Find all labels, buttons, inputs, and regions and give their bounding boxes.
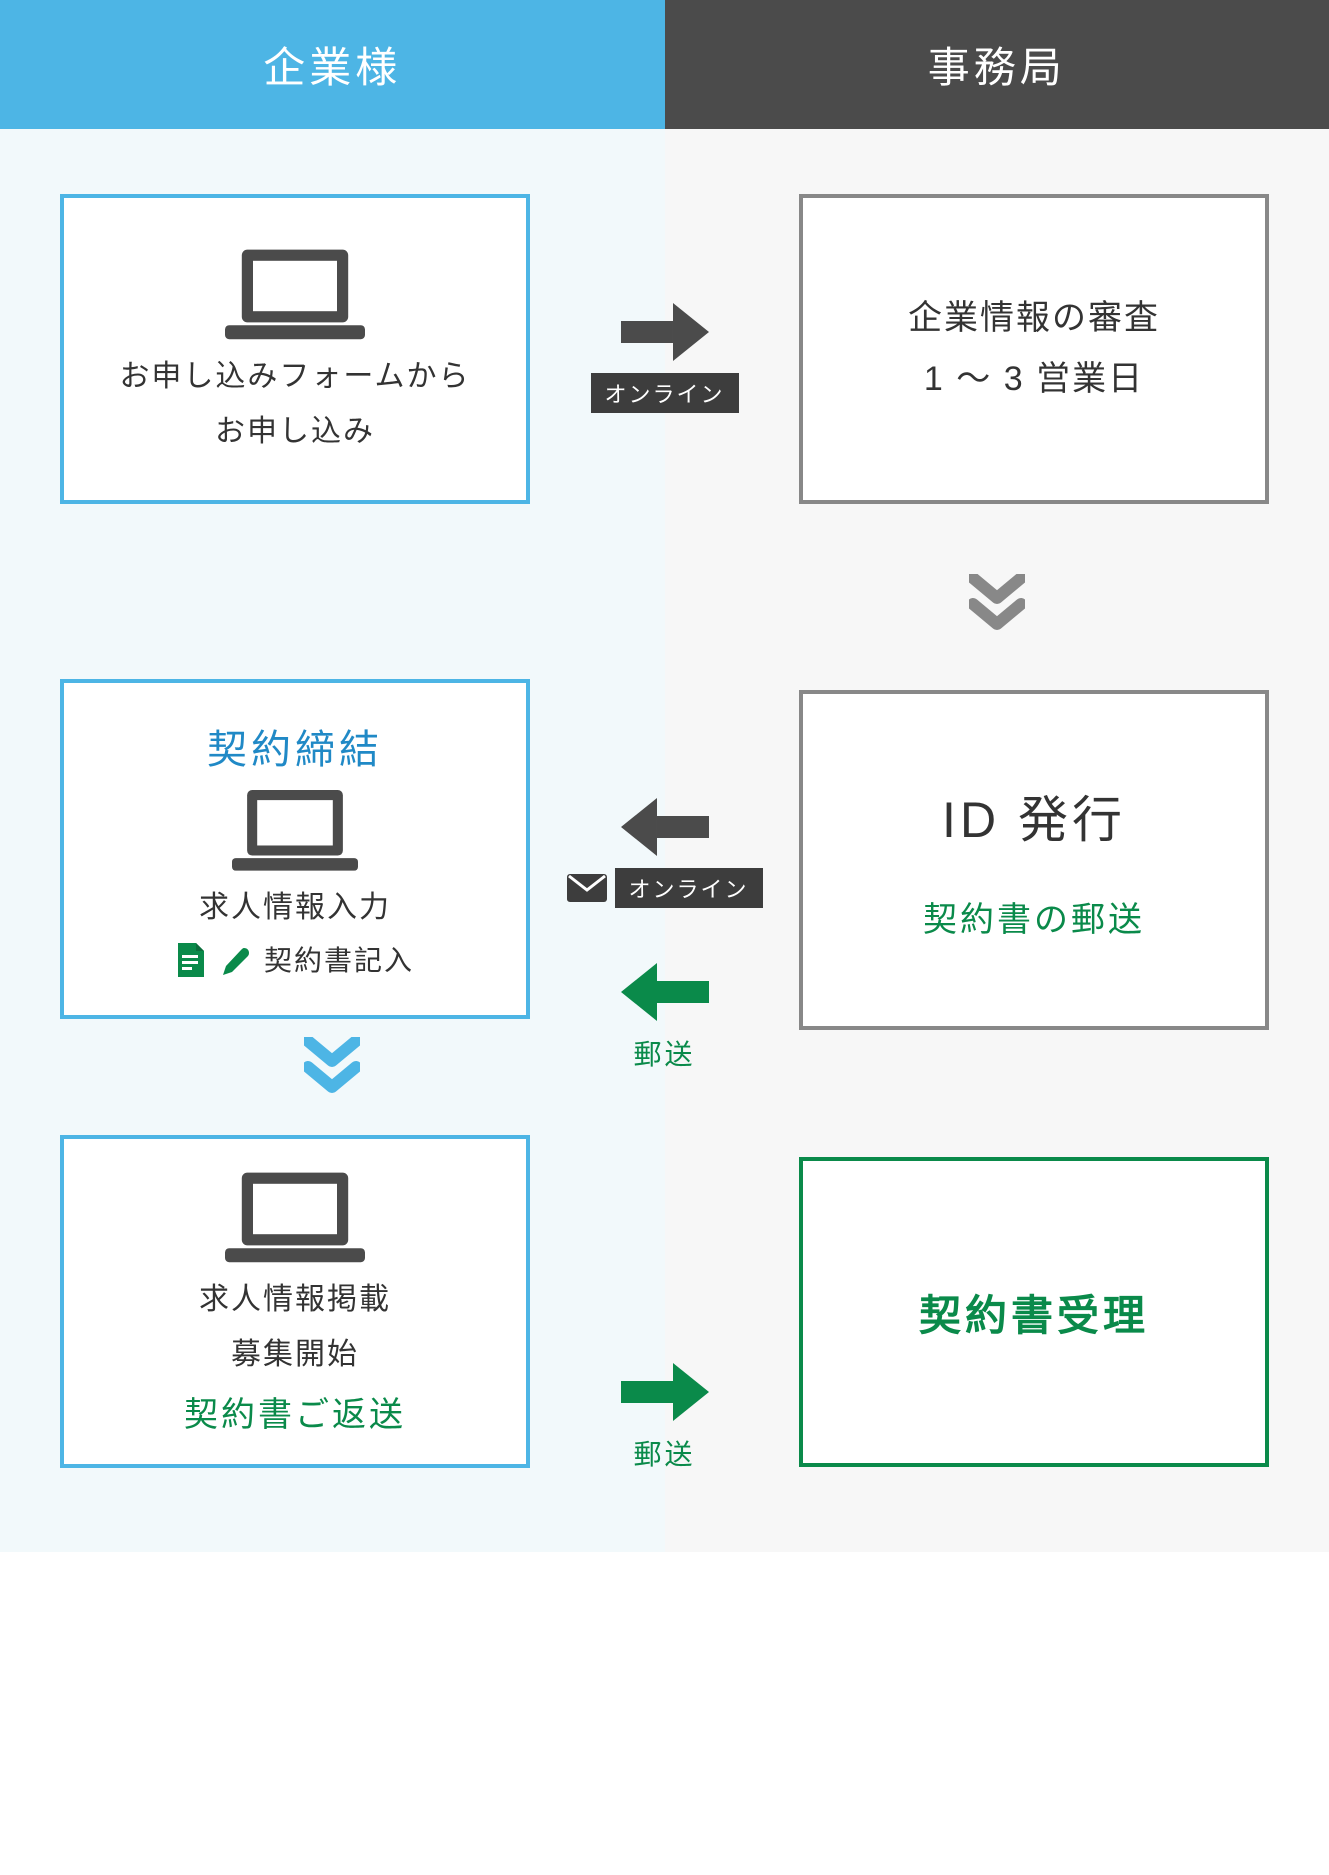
- label-mail: 郵送: [633, 1433, 695, 1473]
- company-step3-line1: 求人情報掲載: [199, 1277, 391, 1322]
- down-chevrons-left: [60, 1019, 605, 1131]
- company-step3-line2: 募集開始: [231, 1332, 359, 1377]
- chevrons-down-icon: [304, 1037, 360, 1093]
- company-step3-line3: 契約書ご返送: [184, 1387, 406, 1436]
- label-mail: 郵送: [633, 1033, 695, 1073]
- office-step2-card: ID 発行 契約書の郵送: [799, 690, 1269, 1030]
- document-icon: [176, 943, 206, 979]
- company-step1-line1: お申し込みフォームから: [119, 354, 470, 399]
- header-left: 企業様: [0, 0, 665, 129]
- badge-online-with-mail: オンライン: [566, 868, 762, 908]
- office-step1-card: 企業情報の審査 1 〜 3 営業日: [799, 194, 1269, 504]
- badge-online: オンライン: [590, 373, 738, 413]
- laptop-icon: [225, 1167, 365, 1267]
- company-step2-card: 契約締結 求人情報入力 契約書記入: [60, 679, 530, 1019]
- company-step1-card: お申し込みフォームから お申し込み: [60, 194, 530, 504]
- down-chevrons-right: [725, 519, 1270, 690]
- connector-1: オンライン: [590, 299, 738, 413]
- connector-2b: 郵送: [615, 959, 715, 1073]
- company-step2-title: 契約締結: [207, 717, 383, 775]
- office-step3-card: 契約書受理: [799, 1157, 1269, 1467]
- badge-online: オンライン: [614, 868, 762, 908]
- laptop-icon: [225, 244, 365, 344]
- pen-icon: [220, 946, 250, 976]
- laptop-icon: [232, 785, 358, 875]
- company-step1-line2: お申し込み: [215, 409, 375, 454]
- chevrons-down-icon: [969, 574, 1025, 630]
- company-step3-card: 求人情報掲載 募集開始 契約書ご返送: [60, 1135, 530, 1468]
- header-right: 事務局: [665, 0, 1329, 129]
- office-step2-title: ID 発行: [942, 780, 1126, 852]
- arrow-right-icon: [614, 299, 714, 365]
- header: 企業様 事務局: [0, 0, 1329, 129]
- office-step1-line1: 企業情報の審査: [908, 293, 1160, 344]
- company-step2-contract-row: 契約書記入: [176, 940, 414, 982]
- arrow-left-icon: [615, 959, 715, 1025]
- company-step2-line1: 求人情報入力: [199, 885, 391, 930]
- office-step2-line1: 契約書の郵送: [923, 892, 1145, 941]
- connector-2a: オンライン: [566, 794, 762, 908]
- envelope-icon: [566, 874, 606, 902]
- arrow-left-icon: [614, 794, 714, 860]
- connector-3: 郵送: [615, 1359, 715, 1473]
- office-step3-title: 契約書受理: [919, 1282, 1149, 1343]
- arrow-right-icon: [615, 1359, 715, 1425]
- office-step1-line2: 1 〜 3 営業日: [924, 354, 1144, 405]
- company-step2-line2: 契約書記入: [264, 940, 414, 982]
